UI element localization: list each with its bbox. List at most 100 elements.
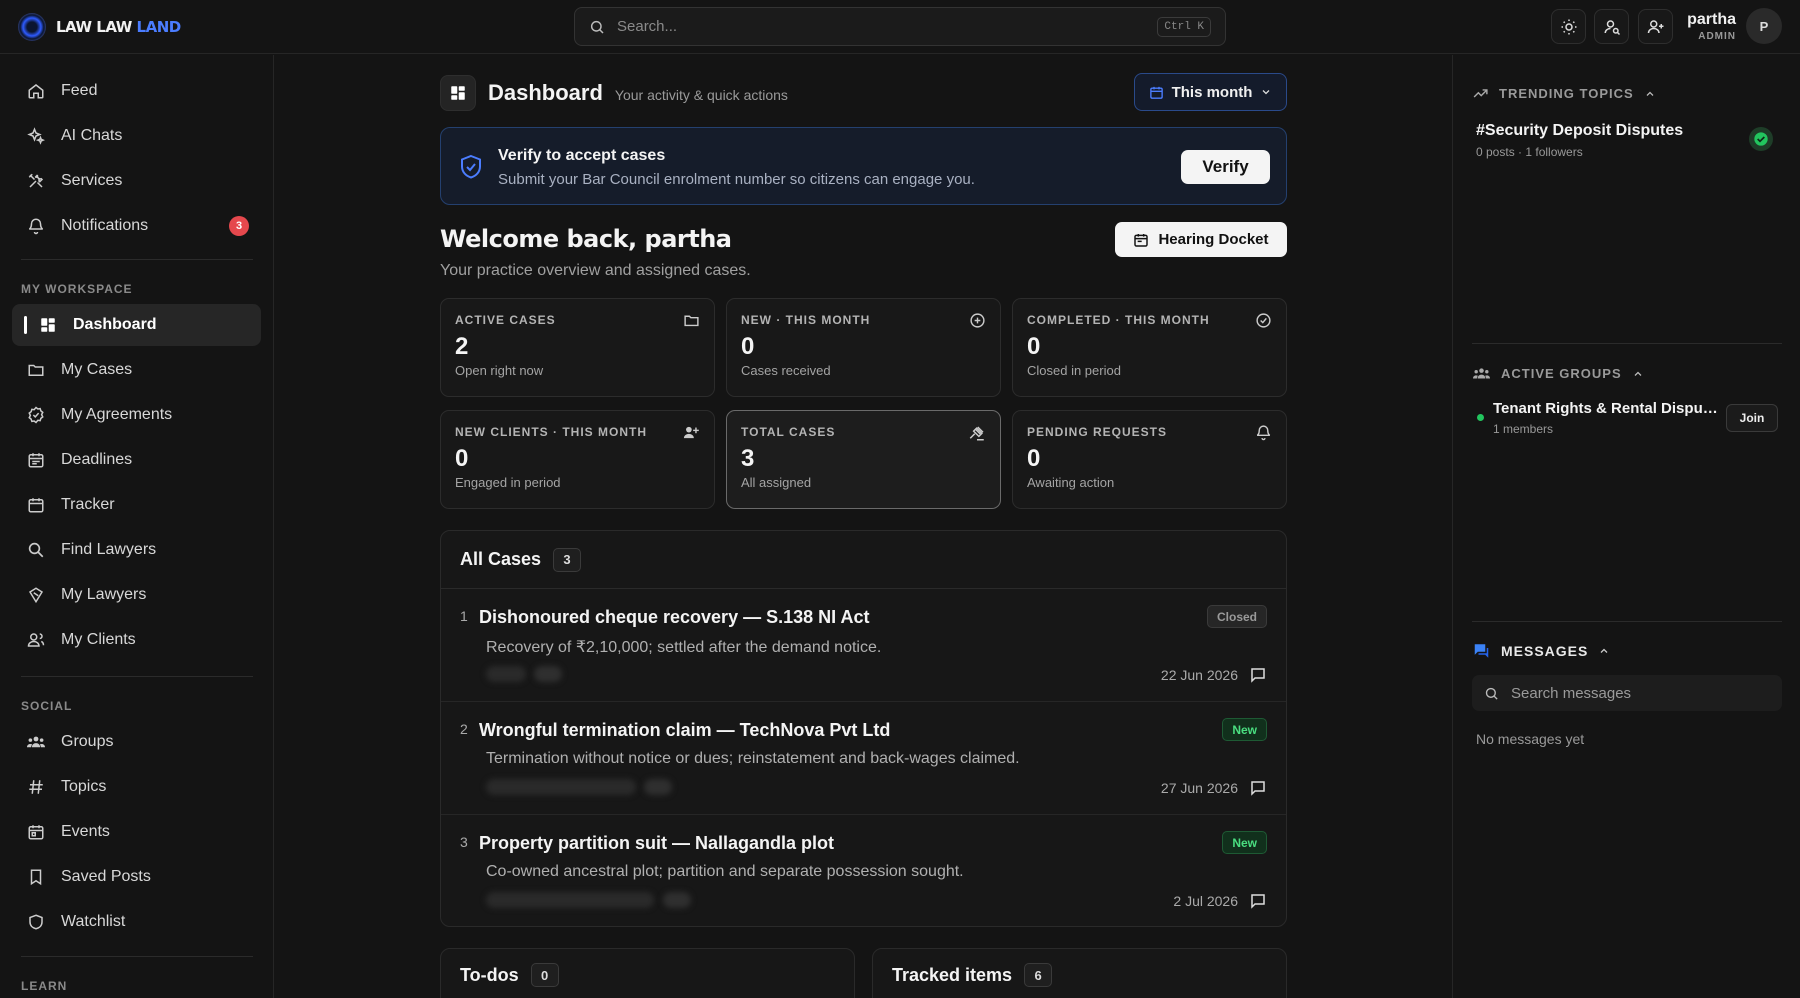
check-icon[interactable] (1749, 127, 1773, 151)
global-search-input[interactable]: Search... Ctrl K (574, 7, 1226, 46)
sidebar-divider (21, 956, 253, 957)
case-title[interactable]: Dishonoured cheque recovery — S.138 NI A… (479, 607, 869, 628)
stat-card-total-cases[interactable]: TOTAL CASES 3 All assigned (726, 410, 1001, 509)
stat-sub: Open right now (455, 363, 544, 378)
messages-header[interactable]: MESSAGES (1472, 642, 1610, 660)
case-meta-redacted (663, 892, 691, 908)
sidebar-item-find-lawyers[interactable]: Find Lawyers (12, 529, 261, 571)
table-row[interactable]: 1 Dishonoured cheque recovery — S.138 NI… (441, 589, 1286, 702)
sidebar-item-topics[interactable]: Topics (12, 766, 261, 808)
sidebar-item-my-lawyers[interactable]: My Lawyers (12, 574, 261, 616)
messages-label: MESSAGES (1501, 643, 1589, 659)
chevron-up-icon (1600, 648, 1608, 653)
stat-card-pending-requests[interactable]: PENDING REQUESTS 0 Awaiting action (1012, 410, 1287, 509)
sidebar-item-events[interactable]: Events (12, 811, 261, 853)
case-meta-redacted (486, 779, 636, 795)
sidebar-item-label: Notifications (61, 217, 149, 234)
user-plus-icon (682, 424, 700, 441)
stat-label: ACTIVE CASES (455, 313, 556, 327)
case-meta-redacted (486, 892, 654, 908)
sidebar-item-my-clients[interactable]: My Clients (12, 619, 261, 661)
join-group-button[interactable]: Join (1726, 404, 1778, 432)
hearing-docket-button[interactable]: Hearing Docket (1115, 222, 1287, 257)
table-row[interactable]: 2 Wrongful termination claim — TechNova … (441, 702, 1286, 815)
theme-toggle-button[interactable] (1551, 9, 1586, 44)
users-icon (26, 630, 46, 650)
sidebar-item-label: Deadlines (61, 451, 133, 468)
status-badge: New (1222, 718, 1267, 741)
sidebar-item-services[interactable]: Services (12, 160, 261, 202)
table-row[interactable]: 3 Property partition suit — Nallagandla … (441, 815, 1286, 926)
all-cases-header: All Cases 3 (441, 531, 1286, 589)
stat-label: NEW · THIS MONTH (741, 313, 871, 327)
sidebar-item-label: Events (61, 823, 110, 840)
sidebar-item-dashboard[interactable]: Dashboard (12, 304, 261, 346)
case-title[interactable]: Wrongful termination claim — TechNova Pv… (479, 720, 890, 741)
tracked-items-panel[interactable]: Tracked items 6 (872, 948, 1287, 998)
group-meta: 1 members (1493, 422, 1554, 436)
sun-icon (1561, 19, 1576, 34)
sidebar-item-deadlines[interactable]: Deadlines (12, 439, 261, 481)
all-cases-count: 3 (553, 547, 582, 572)
main-content: Dashboard Your activity & quick actions … (275, 55, 1451, 998)
chevron-down-icon (1262, 90, 1270, 95)
hearing-docket-label: Hearing Docket (1158, 231, 1269, 248)
find-people-button[interactable] (1594, 9, 1629, 44)
sidebar-item-feed[interactable]: Feed (12, 70, 261, 112)
stat-card-new-clients[interactable]: NEW CLIENTS · THIS MONTH 0 Engaged in pe… (440, 410, 715, 509)
stat-card-active-cases[interactable]: ACTIVE CASES 2 Open right now (440, 298, 715, 397)
active-groups-label: ACTIVE GROUPS (1501, 366, 1622, 381)
sidebar-item-my-agreements[interactable]: My Agreements (12, 394, 261, 436)
user-menu[interactable]: partha ADMIN P (1687, 8, 1782, 44)
all-cases-panel: All Cases 3 1 Dishonoured cheque recover… (440, 530, 1287, 927)
avatar[interactable]: P (1746, 8, 1782, 44)
sidebar-item-my-cases[interactable]: My Cases (12, 349, 261, 391)
sidebar-divider (21, 676, 253, 677)
todos-count: 0 (530, 963, 559, 987)
message-icon[interactable] (1249, 666, 1267, 684)
user-role: ADMIN (1698, 30, 1736, 42)
add-contact-button[interactable] (1638, 9, 1673, 44)
period-select[interactable]: This month (1134, 73, 1287, 111)
stat-value: 0 (1027, 333, 1041, 360)
active-groups-header[interactable]: ACTIVE GROUPS (1472, 365, 1644, 382)
stat-card-completed[interactable]: COMPLETED · THIS MONTH 0 Closed in perio… (1012, 298, 1287, 397)
page-subtitle: Your activity & quick actions (614, 87, 788, 103)
stat-label: NEW CLIENTS · THIS MONTH (455, 425, 647, 439)
section-label-social: SOCIAL (21, 699, 73, 713)
case-number: 2 (460, 721, 468, 737)
group-title[interactable]: Tenant Rights & Rental Disputes (1493, 400, 1721, 417)
topic-title[interactable]: #Security Deposit Disputes (1476, 122, 1683, 140)
messages-search-placeholder: Search messages (1511, 684, 1632, 702)
verify-button[interactable]: Verify (1181, 150, 1270, 184)
stat-card-new-cases[interactable]: NEW · THIS MONTH 0 Cases received (726, 298, 1001, 397)
sidebar-item-groups[interactable]: Groups (12, 721, 261, 763)
plus-circle-icon (969, 312, 986, 329)
shield-icon (26, 912, 46, 932)
sidebar-item-saved-posts[interactable]: Saved Posts (12, 856, 261, 898)
sidebar-item-label: Find Lawyers (61, 541, 157, 558)
sidebar-item-label: Services (61, 172, 123, 189)
sidebar-item-watchlist[interactable]: Watchlist (12, 901, 261, 943)
brand-logo[interactable]: LAW LAW LAND (18, 13, 181, 41)
sidebar-item-ai-chats[interactable]: AI Chats (12, 115, 261, 157)
hash-icon (26, 777, 46, 797)
stat-value: 0 (455, 445, 469, 472)
messages-search-input[interactable]: Search messages (1472, 675, 1782, 711)
message-icon[interactable] (1249, 892, 1267, 910)
case-title[interactable]: Property partition suit — Nallagandla pl… (479, 833, 834, 854)
status-badge: Closed (1206, 605, 1267, 628)
stat-sub: Engaged in period (455, 475, 561, 490)
sidebar-item-tracker[interactable]: Tracker (12, 484, 261, 526)
search-shortcut: Ctrl K (1157, 16, 1211, 37)
todos-panel[interactable]: To-dos 0 (440, 948, 855, 998)
trending-topics-header[interactable]: TRENDING TOPICS (1472, 85, 1656, 102)
case-number: 1 (460, 608, 468, 624)
notification-count-badge: 3 (229, 216, 249, 236)
sidebar-item-notifications[interactable]: Notifications 3 (12, 205, 261, 247)
user-search-icon (1604, 19, 1620, 35)
sidebar-item-label: Tracker (61, 496, 115, 513)
message-icon[interactable] (1249, 779, 1267, 797)
search-icon (1485, 687, 1498, 700)
online-dot (1477, 414, 1484, 421)
